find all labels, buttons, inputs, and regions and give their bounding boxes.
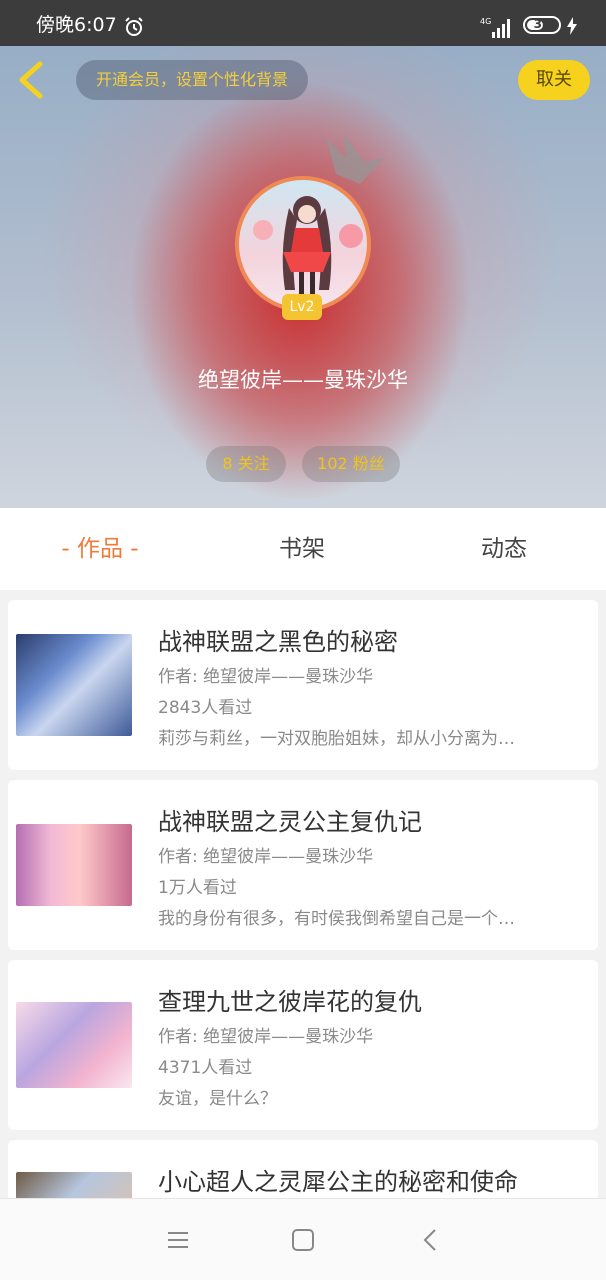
work-title: 战神联盟之灵公主复仇记 bbox=[158, 808, 422, 836]
profile-tabs: - 作品 - 书架 动态 bbox=[0, 508, 606, 590]
list-item[interactable]: 查理九世之彼岸花的复仇 作者: 绝望彼岸——曼珠沙华 4371人看过 友谊，是什… bbox=[8, 960, 598, 1130]
back-nav-icon[interactable] bbox=[416, 1225, 446, 1255]
charge-icon bbox=[567, 17, 577, 35]
menu-icon[interactable] bbox=[163, 1225, 193, 1255]
home-icon[interactable] bbox=[288, 1225, 318, 1255]
tab-dynamics[interactable]: 动态 bbox=[434, 508, 574, 590]
work-title: 查理九世之彼岸花的复仇 bbox=[158, 988, 422, 1016]
signal-icon: 4G bbox=[480, 17, 510, 38]
work-description: 我的身份有很多，有时侯我倒希望自己是一个… bbox=[158, 909, 515, 929]
tab-bookshelf[interactable]: 书架 bbox=[232, 508, 372, 590]
work-description: 友谊，是什么？ bbox=[158, 1089, 277, 1109]
system-nav-bar bbox=[0, 1198, 606, 1280]
network-label: 4G bbox=[480, 17, 491, 26]
tab-works[interactable]: - 作品 - bbox=[30, 508, 170, 590]
back-button[interactable] bbox=[12, 60, 52, 100]
work-author: 作者: 绝望彼岸——曼珠沙华 bbox=[158, 1027, 374, 1047]
following-count[interactable]: 8 关注 bbox=[206, 446, 286, 482]
work-title: 小心超人之灵犀公主的秘密和使命 bbox=[158, 1168, 518, 1196]
battery-level: 38 bbox=[533, 17, 551, 31]
unfollow-button[interactable]: 取关 bbox=[518, 60, 590, 100]
list-item[interactable]: 战神联盟之灵公主复仇记 作者: 绝望彼岸——曼珠沙华 1万人看过 我的身份有很多… bbox=[8, 780, 598, 950]
work-title: 战神联盟之黑色的秘密 bbox=[158, 628, 398, 656]
status-time: 傍晚6:07 bbox=[36, 14, 117, 36]
avatar[interactable] bbox=[235, 176, 371, 312]
profile-header: 开通会员，设置个性化背景 取关 Lv2 绝望彼岸——曼珠沙华 8 关注 102 … bbox=[0, 46, 606, 508]
list-item[interactable]: 战神联盟之黑色的秘密 作者: 绝望彼岸——曼珠沙华 2843人看过 莉莎与莉丝，… bbox=[8, 600, 598, 770]
level-badge: Lv2 bbox=[282, 294, 322, 320]
battery-icon: 38 bbox=[523, 16, 561, 34]
work-description: 莉莎与莉丝，一对双胞胎姐妹，却从小分离为… bbox=[158, 729, 515, 749]
username: 绝望彼岸——曼珠沙华 bbox=[198, 368, 408, 392]
work-author: 作者: 绝望彼岸——曼珠沙华 bbox=[158, 667, 374, 687]
fans-count[interactable]: 102 粉丝 bbox=[302, 446, 400, 482]
work-author: 作者: 绝望彼岸——曼珠沙华 bbox=[158, 847, 374, 867]
vip-background-banner[interactable]: 开通会员，设置个性化背景 bbox=[76, 60, 309, 100]
work-views: 4371人看过 bbox=[158, 1058, 253, 1078]
work-views: 2843人看过 bbox=[158, 698, 253, 718]
works-list: 战神联盟之黑色的秘密 作者: 绝望彼岸——曼珠沙华 2843人看过 莉莎与莉丝，… bbox=[8, 600, 598, 1280]
alarm-icon bbox=[125, 17, 143, 36]
status-bar: 傍晚6:07 4G 38 bbox=[0, 0, 606, 46]
work-views: 1万人看过 bbox=[158, 878, 237, 898]
book-cover bbox=[16, 634, 132, 736]
avatar-image bbox=[253, 196, 363, 304]
book-cover bbox=[16, 1002, 132, 1088]
book-cover bbox=[16, 824, 132, 906]
